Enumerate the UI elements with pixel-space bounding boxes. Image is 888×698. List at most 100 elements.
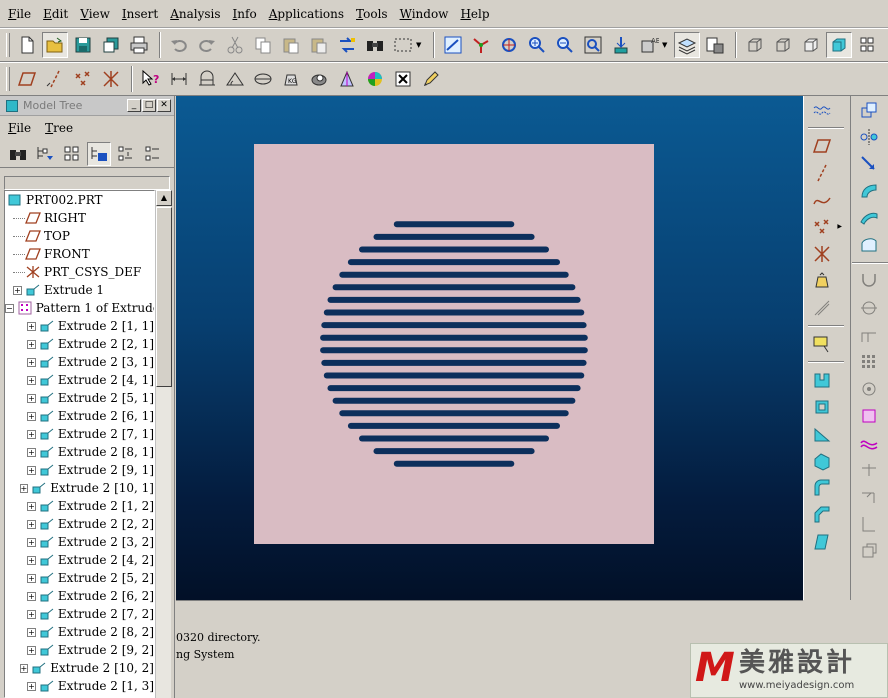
saved-views-button[interactable]: AB	[636, 32, 662, 58]
tree-item[interactable]: + Extrude 2 [10, 1]	[5, 479, 154, 497]
slot-cut[interactable]	[339, 410, 569, 417]
expand-icon[interactable]: +	[27, 411, 36, 421]
slot-cut[interactable]	[332, 397, 576, 404]
tree-menu-item[interactable]: File	[8, 121, 31, 135]
tree-item[interactable]: − Pattern 1 of Extrude 2	[5, 299, 154, 317]
expand-icon[interactable]: +	[27, 627, 36, 637]
no-hidden-button[interactable]	[798, 32, 824, 58]
tree-columns-button[interactable]	[60, 142, 84, 166]
menu-item[interactable]: Tools	[352, 0, 392, 28]
chevron-down-icon[interactable]: ▼	[662, 41, 670, 49]
slot-cut[interactable]	[347, 259, 560, 266]
tree-expand-button[interactable]	[114, 142, 138, 166]
csys-tool-button[interactable]	[808, 241, 836, 267]
toolbar-grip[interactable]	[6, 67, 10, 91]
tree-collapse-button[interactable]	[141, 142, 165, 166]
save-button[interactable]	[70, 32, 96, 58]
selection-box-button[interactable]	[390, 32, 416, 58]
tree-item[interactable]: + Extrude 2 [5, 1]	[5, 389, 154, 407]
expand-icon[interactable]: +	[27, 537, 36, 547]
menu-item[interactable]: Help	[456, 0, 493, 28]
datum-display-button[interactable]	[854, 32, 880, 58]
undo-button[interactable]	[166, 32, 192, 58]
expand-icon[interactable]: +	[27, 339, 36, 349]
open-file-button[interactable]	[42, 32, 68, 58]
cut-button[interactable]	[222, 32, 248, 58]
slot-cut[interactable]	[373, 233, 535, 240]
slot-cut[interactable]	[332, 284, 576, 291]
chamfer-tool-button[interactable]	[808, 502, 836, 528]
tree-item[interactable]: + Extrude 2 [6, 1]	[5, 407, 154, 425]
tree-item[interactable]: + Extrude 2 [1, 2]	[5, 497, 154, 515]
chevron-down-icon[interactable]: ▼	[416, 41, 424, 49]
graphics-viewport[interactable]	[176, 96, 803, 600]
blend-button[interactable]	[855, 205, 883, 231]
layers-button[interactable]	[674, 32, 700, 58]
menu-item[interactable]: Analysis	[166, 0, 224, 28]
expand-icon[interactable]: +	[27, 429, 36, 439]
slot-cut[interactable]	[393, 460, 515, 467]
menu-item[interactable]: Info	[229, 0, 261, 28]
slot-cut[interactable]	[373, 448, 535, 455]
expand-icon[interactable]: +	[27, 591, 36, 601]
point-display-button[interactable]	[70, 66, 96, 92]
area-button[interactable]	[194, 66, 220, 92]
expand-icon[interactable]: +	[27, 447, 36, 457]
tree-item[interactable]: + Extrude 2 [3, 2]	[5, 533, 154, 551]
close-button[interactable]: ✕	[157, 99, 171, 112]
curvature-button[interactable]	[362, 66, 388, 92]
tree-menu-item[interactable]: Tree	[45, 121, 73, 135]
regenerate-button[interactable]	[334, 32, 360, 58]
expand-icon[interactable]: +	[13, 285, 22, 295]
offset-tool-button[interactable]	[808, 295, 836, 321]
model-tree-titlebar[interactable]: Model Tree _ □ ✕	[0, 96, 174, 116]
datum-point-tool-button[interactable]: ▶	[808, 214, 842, 240]
slot-cut[interactable]	[327, 385, 581, 392]
slot-cut[interactable]	[321, 359, 587, 366]
menu-item[interactable]: Insert	[118, 0, 162, 28]
paste-special-button[interactable]	[306, 32, 332, 58]
tree-scrollbar[interactable]: ▲	[155, 190, 172, 698]
print-button[interactable]	[126, 32, 152, 58]
tree-item[interactable]: PRT002.PRT	[5, 191, 154, 209]
move-button[interactable]	[855, 151, 883, 177]
diameter-button[interactable]	[250, 66, 276, 92]
expand-icon[interactable]: +	[27, 357, 36, 367]
draft-tool-button[interactable]	[808, 529, 836, 555]
tree-item[interactable]: + Extrude 2 [2, 1]	[5, 335, 154, 353]
sketch-tool-button[interactable]	[808, 97, 836, 123]
tree-item[interactable]: + Extrude 2 [10, 2]	[5, 659, 154, 677]
scroll-thumb[interactable]	[156, 207, 172, 387]
expand-icon[interactable]: +	[27, 681, 36, 691]
expand-icon[interactable]: +	[27, 501, 36, 511]
thicken-button[interactable]	[855, 430, 883, 456]
context-help-button[interactable]: ?	[138, 66, 164, 92]
tree-item[interactable]: RIGHT	[5, 209, 154, 227]
tree-item[interactable]: + Extrude 2 [6, 2]	[5, 587, 154, 605]
close-analysis-button[interactable]	[390, 66, 416, 92]
tree-item[interactable]: + Extrude 2 [3, 1]	[5, 353, 154, 371]
trim-button[interactable]	[855, 295, 883, 321]
mirror-button[interactable]	[855, 124, 883, 150]
slot-cut[interactable]	[359, 246, 549, 253]
global-interference-button[interactable]	[306, 66, 332, 92]
slot-cut[interactable]	[347, 422, 560, 429]
expand-icon[interactable]: +	[27, 645, 36, 655]
find-button[interactable]	[362, 32, 388, 58]
edit-definition-button[interactable]	[418, 66, 444, 92]
wrap-button[interactable]	[855, 511, 883, 537]
tree-item[interactable]: FRONT	[5, 245, 154, 263]
menu-item[interactable]: Edit	[39, 0, 72, 28]
tree-item[interactable]: + Extrude 2 [8, 2]	[5, 623, 154, 641]
tree-item[interactable]: + Extrude 2 [1, 3]	[5, 677, 154, 695]
tree-item[interactable]: + Extrude 2 [4, 2]	[5, 551, 154, 569]
repaint-button[interactable]	[440, 32, 466, 58]
tree-item[interactable]: + Extrude 2 [1, 1]	[5, 317, 154, 335]
slot-cut[interactable]	[323, 372, 585, 379]
slot-cut[interactable]	[393, 221, 515, 228]
tree-item[interactable]: + Extrude 2 [9, 2]	[5, 641, 154, 659]
expand-icon[interactable]: +	[27, 393, 36, 403]
plane-display-button[interactable]	[14, 66, 40, 92]
merge-button[interactable]	[855, 268, 883, 294]
paste-button[interactable]	[278, 32, 304, 58]
